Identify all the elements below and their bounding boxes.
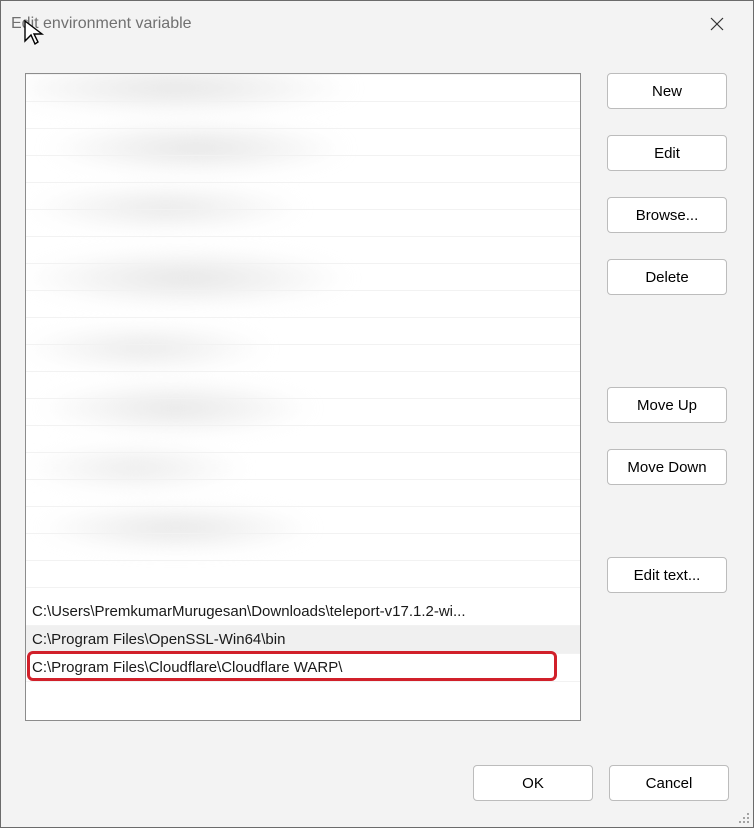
edit-text-button[interactable]: Edit text... (607, 557, 727, 593)
delete-button[interactable]: Delete (607, 259, 727, 295)
list-item[interactable]: C:\Program Files\Cloudflare\Cloudflare W… (26, 654, 580, 682)
window-title: Edit environment variable (11, 15, 695, 33)
close-button[interactable] (695, 8, 739, 40)
resize-grip-icon[interactable] (736, 810, 750, 824)
move-down-button[interactable]: Move Down (607, 449, 727, 485)
edit-env-var-dialog: Edit environment variable \Pyth... (0, 0, 754, 828)
list-item[interactable]: C:\Users\PremkumarMurugesan\Downloads\te… (26, 598, 580, 626)
edit-button[interactable]: Edit (607, 135, 727, 171)
titlebar: Edit environment variable (1, 1, 753, 47)
ok-button[interactable]: OK (473, 765, 593, 801)
path-listbox-container: \Pyth... C:\Users\PremkumarMurugesan\Dow… (25, 73, 581, 721)
new-button[interactable]: New (607, 73, 727, 109)
move-up-button[interactable]: Move Up (607, 387, 727, 423)
browse-button[interactable]: Browse... (607, 197, 727, 233)
list-item[interactable]: C:\Program Files\OpenSSL-Win64\bin (26, 626, 580, 654)
dialog-body: \Pyth... C:\Users\PremkumarMurugesan\Dow… (1, 47, 753, 827)
side-button-column: New Edit Browse... Delete Move Up Move D… (607, 73, 727, 747)
cancel-button[interactable]: Cancel (609, 765, 729, 801)
dialog-footer: OK Cancel (25, 747, 731, 807)
close-icon (710, 17, 724, 31)
redacted-list-rows (26, 74, 580, 598)
path-listbox[interactable]: \Pyth... C:\Users\PremkumarMurugesan\Dow… (26, 74, 580, 720)
